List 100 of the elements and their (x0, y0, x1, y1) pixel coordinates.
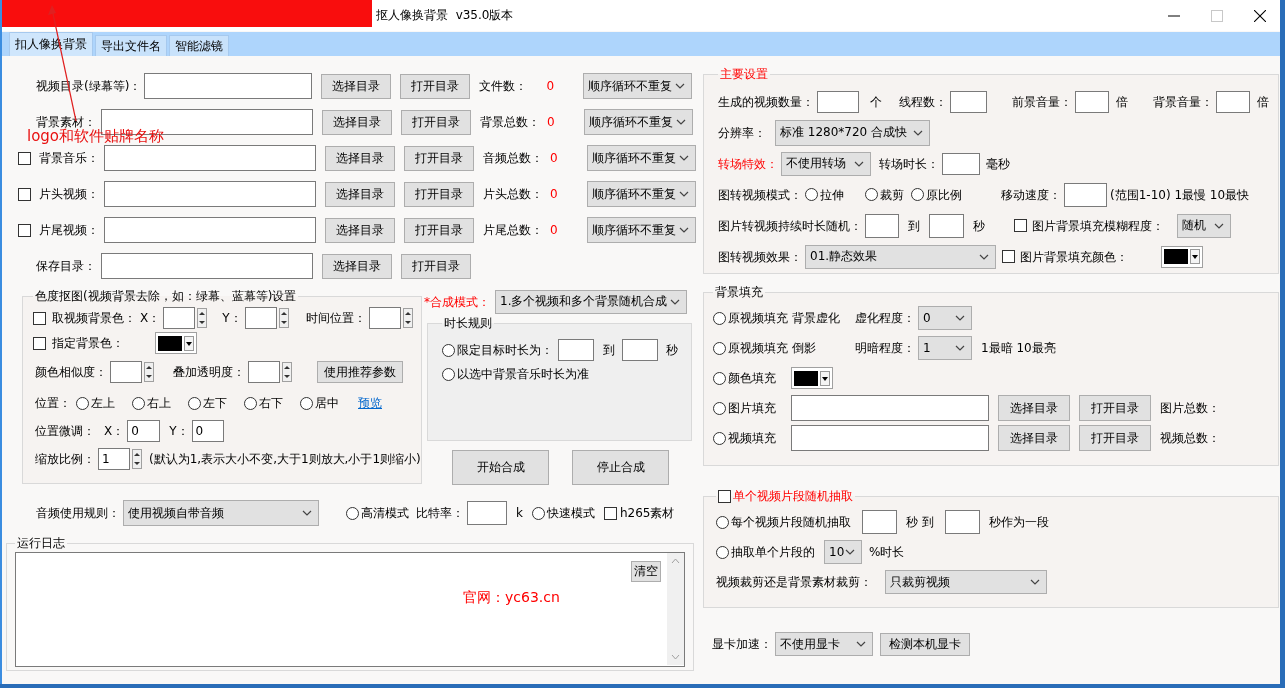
color-picker[interactable] (1161, 245, 1203, 268)
text-field[interactable] (944, 510, 980, 534)
push-button[interactable]: 检测本机显卡 (880, 632, 970, 656)
radio-button[interactable] (716, 545, 729, 559)
checkbox[interactable] (18, 223, 31, 237)
push-button[interactable]: 选择目录 (325, 181, 395, 207)
dropdown[interactable]: 0 (918, 306, 972, 330)
text-field[interactable] (1216, 90, 1250, 113)
radio-button[interactable] (713, 311, 726, 325)
clear-button[interactable]: 清空 (631, 561, 661, 582)
dropdown[interactable]: 顺序循环不重复 (587, 145, 696, 171)
number-field[interactable] (110, 361, 142, 383)
checkbox[interactable] (1014, 219, 1027, 232)
dropdown[interactable]: 使用视频自带音频 (123, 500, 319, 526)
text-field[interactable] (558, 339, 594, 361)
scrollbar[interactable] (667, 553, 684, 665)
dropdown[interactable]: 10 (824, 540, 862, 564)
text-field[interactable] (791, 395, 989, 421)
push-button[interactable]: 开始合成 (452, 450, 549, 485)
push-button[interactable]: 打开目录 (401, 253, 471, 279)
text-field[interactable] (942, 152, 980, 175)
text-field[interactable]: 0 (127, 419, 161, 442)
push-button[interactable]: 选择目录 (325, 217, 395, 243)
dropdown[interactable]: 顺序循环不重复 (587, 181, 696, 207)
checkbox[interactable] (1002, 250, 1015, 263)
number-field[interactable]: 1 (98, 448, 130, 470)
push-button[interactable]: 打开目录 (404, 181, 474, 207)
spin-arrows-icon[interactable] (278, 308, 289, 328)
text-field[interactable] (865, 213, 899, 238)
radio-button[interactable] (805, 188, 818, 201)
tab[interactable]: 智能滤镜 (169, 35, 229, 56)
text-field[interactable] (144, 73, 313, 99)
text-field[interactable] (817, 90, 859, 113)
push-button[interactable]: 选择目录 (998, 395, 1070, 421)
text-field[interactable] (929, 213, 964, 238)
push-button[interactable]: 打开目录 (401, 109, 471, 135)
push-button[interactable]: 选择目录 (322, 109, 392, 135)
push-button[interactable]: 使用推荐参数 (317, 361, 403, 383)
radio-button[interactable] (188, 396, 201, 410)
text-field[interactable] (467, 501, 507, 525)
push-button[interactable]: 选择目录 (322, 253, 392, 279)
spin-arrows-icon[interactable] (402, 308, 413, 328)
radio-button[interactable] (531, 506, 545, 520)
number-field[interactable] (248, 361, 280, 383)
text-field[interactable] (104, 217, 316, 243)
text-field[interactable] (104, 181, 316, 207)
checkbox[interactable] (33, 311, 46, 325)
text-field[interactable] (950, 90, 987, 113)
color-picker[interactable] (791, 367, 833, 389)
radio-button[interactable] (911, 188, 924, 201)
preview-link[interactable]: 预览 (358, 396, 382, 410)
text-field[interactable]: 0 (191, 419, 224, 442)
radio-button[interactable] (865, 188, 878, 201)
text-field[interactable] (862, 510, 897, 534)
color-picker[interactable] (155, 332, 197, 354)
dropdown[interactable]: 不使用显卡 (775, 632, 873, 656)
dropdown[interactable]: 01.静态效果 (805, 244, 996, 269)
push-button[interactable]: 打开目录 (1079, 395, 1151, 421)
dropdown[interactable]: 顺序循环不重复 (583, 73, 693, 99)
checkbox[interactable] (33, 336, 46, 350)
number-field[interactable] (244, 307, 277, 329)
radio-button[interactable] (76, 396, 89, 410)
dropdown[interactable]: 标准 1280*720 合成快 (775, 119, 930, 146)
checkbox[interactable] (18, 187, 31, 201)
radio-button[interactable] (442, 343, 455, 357)
push-button[interactable]: 停止合成 (572, 450, 669, 485)
text-field[interactable] (1075, 90, 1109, 113)
push-button[interactable]: 选择目录 (321, 73, 392, 99)
spin-arrows-icon[interactable] (132, 449, 142, 469)
dropdown[interactable]: 只裁剪视频 (885, 570, 1047, 594)
radio-button[interactable] (346, 506, 359, 520)
radio-button[interactable] (713, 401, 726, 415)
checkbox[interactable] (18, 151, 31, 165)
spin-arrows-icon[interactable] (144, 362, 154, 382)
radio-button[interactable] (716, 515, 729, 529)
checkbox[interactable] (718, 490, 731, 503)
spin-arrows-icon[interactable] (197, 308, 208, 328)
dropdown[interactable]: 不使用转场 (781, 151, 871, 176)
push-button[interactable]: 打开目录 (404, 217, 474, 243)
text-field[interactable] (622, 339, 658, 361)
spin-arrows-icon[interactable] (282, 362, 292, 382)
checkbox[interactable] (603, 506, 617, 520)
tab[interactable]: 导出文件名 (95, 35, 167, 56)
radio-button[interactable] (300, 396, 313, 410)
radio-button[interactable] (713, 341, 726, 355)
dropdown[interactable]: 随机 (1177, 213, 1231, 238)
push-button[interactable]: 选择目录 (325, 145, 395, 171)
number-field[interactable] (368, 307, 401, 329)
push-button[interactable]: 打开目录 (404, 145, 474, 171)
dropdown[interactable]: 顺序循环不重复 (584, 109, 693, 135)
text-field[interactable] (1064, 182, 1107, 207)
dropdown[interactable]: 顺序循环不重复 (587, 217, 696, 243)
text-field[interactable] (101, 253, 313, 279)
push-button[interactable]: 打开目录 (400, 73, 471, 99)
number-field[interactable] (163, 307, 196, 329)
radio-button[interactable] (244, 396, 257, 410)
radio-button[interactable] (132, 396, 145, 410)
radio-button[interactable] (442, 367, 455, 381)
dropdown[interactable]: 1 (918, 336, 972, 360)
text-field[interactable] (791, 425, 989, 451)
